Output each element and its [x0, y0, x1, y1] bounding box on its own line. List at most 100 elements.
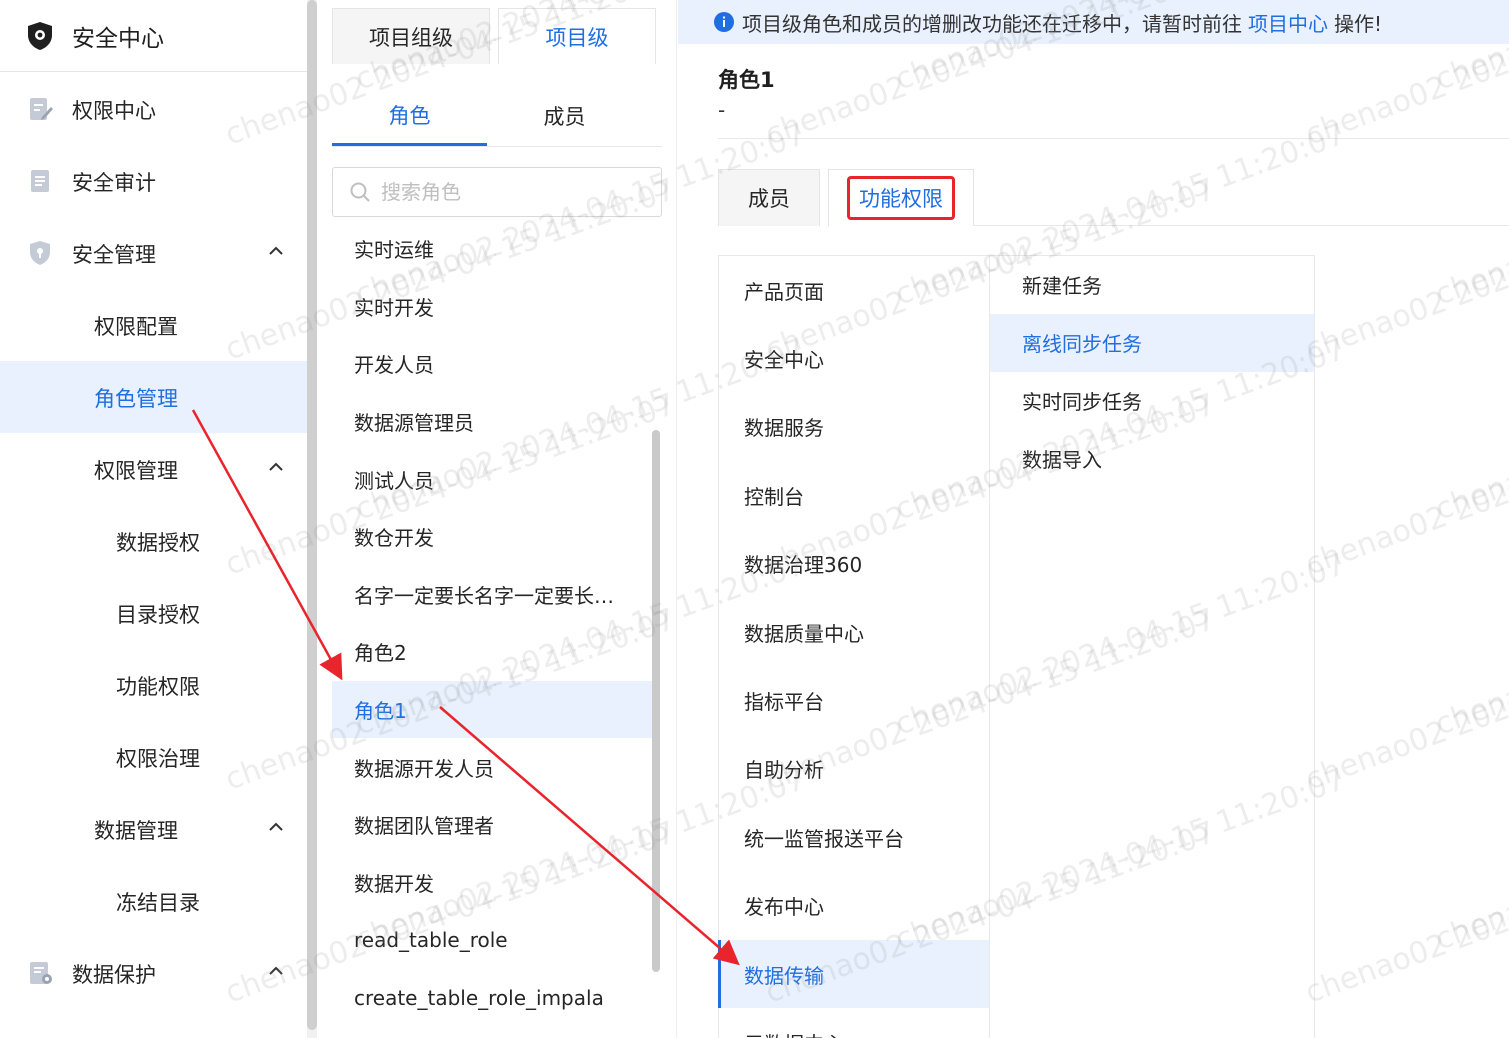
sidebar-scrollbar[interactable]: [307, 0, 317, 1030]
module-item[interactable]: 发布中心: [719, 872, 989, 940]
role-panel: 项目组级 项目级 角色 成员 实时运维 实时开发 开发人员 数据源管理员 测试人…: [317, 0, 677, 1038]
chevron-up-icon[interactable]: [266, 961, 286, 981]
role-list-item[interactable]: 数据源管理员: [332, 393, 652, 451]
role-name: 角色2: [354, 641, 407, 666]
document-icon: [31, 170, 49, 192]
sidebar-header: 安全中心: [0, 0, 307, 72]
tab-divider: [974, 225, 1509, 226]
sidebar-item-label: 权限管理: [94, 459, 178, 483]
role-list-item[interactable]: 实时开发: [332, 278, 652, 336]
sidebar-item-data-authorization[interactable]: 数据授权: [0, 505, 307, 577]
role-name: 角色1: [354, 699, 407, 724]
module-item[interactable]: 数据治理360: [719, 530, 989, 598]
security-shield-logo-icon: [28, 21, 52, 50]
module-item[interactable]: 产品页面: [719, 256, 989, 324]
role-list-item[interactable]: 实时运维: [332, 220, 652, 278]
role-name: create_table_role_impala: [354, 985, 604, 1010]
tab-roles[interactable]: 角色: [332, 86, 487, 146]
project-center-link[interactable]: 项目中心: [1248, 8, 1328, 37]
module-item[interactable]: 元数据中心: [719, 1008, 989, 1038]
sidebar-item-label: 功能权限: [116, 675, 200, 699]
migration-notice: 项目级角色和成员的增删改功能还在迁移中，请暂时前往 项目中心 操作!: [678, 0, 1509, 44]
sidebar-item-permission-center[interactable]: 权限中心: [0, 73, 307, 145]
sidebar-item-label: 权限配置: [94, 315, 178, 339]
role-name: 测试人员: [354, 468, 434, 493]
sidebar-item-label: 安全审计: [72, 171, 156, 195]
module-item[interactable]: 指标平台: [719, 666, 989, 734]
tab-function-permission[interactable]: 功能权限: [828, 169, 974, 226]
tab-members[interactable]: 成员: [718, 169, 820, 226]
function-item[interactable]: 实时同步任务: [990, 372, 1314, 430]
sidebar-item-data-protection[interactable]: 数据保护: [0, 937, 307, 1009]
sidebar-item-security-management[interactable]: 安全管理: [0, 217, 307, 289]
tab-members[interactable]: 成员: [487, 86, 642, 146]
sidebar-item-security-audit[interactable]: 安全审计: [0, 145, 307, 217]
role-detail-panel: 项目级角色和成员的增删改功能还在迁移中，请暂时前往 项目中心 操作! 角色1 -…: [678, 0, 1509, 1038]
module-item[interactable]: 控制台: [719, 461, 989, 529]
role-name: 名字一定要长名字一定要长名字一定要长: [354, 583, 622, 608]
search-icon: [350, 182, 370, 202]
sidebar-item-label: 权限治理: [116, 747, 200, 771]
tab-project-group-level[interactable]: 项目组级: [332, 8, 490, 64]
role-list-item[interactable]: 数据开发: [332, 854, 652, 912]
function-item-selected[interactable]: 离线同步任务: [990, 313, 1314, 372]
sidebar: 安全中心 权限中心 安全审计 安全管理 权限配置 角色管理 权限管理 数据授权 …: [0, 0, 307, 1038]
role-list: 实时运维 实时开发 开发人员 数据源管理员 测试人员 数仓开发 名字一定要长名字…: [332, 220, 652, 1026]
role-list-item[interactable]: 数仓开发: [332, 508, 652, 566]
sidebar-item-label: 冻结目录: [116, 891, 200, 915]
divider: [718, 138, 1509, 139]
chevron-up-icon[interactable]: [266, 241, 286, 261]
sidebar-item-label: 数据管理: [94, 819, 178, 843]
role-list-scrollbar[interactable]: [652, 430, 660, 972]
tab-function-permission-label: 功能权限: [847, 176, 955, 220]
role-name: 数仓开发: [354, 526, 434, 551]
module-item[interactable]: 安全中心: [719, 324, 989, 392]
module-item[interactable]: 统一监管报送平台: [719, 803, 989, 871]
role-list-item[interactable]: 测试人员: [332, 450, 652, 508]
sidebar-item-function-permission[interactable]: 功能权限: [0, 649, 307, 721]
chevron-up-icon[interactable]: [266, 817, 286, 837]
role-list-item[interactable]: read_table_role: [332, 911, 652, 969]
sidebar-item-data-management[interactable]: 数据管理: [0, 793, 307, 865]
module-item[interactable]: 数据质量中心: [719, 598, 989, 666]
function-list: 新建任务 离线同步任务 实时同步任务 数据导入: [990, 255, 1315, 1038]
role-name: 数据源开发人员: [354, 756, 494, 781]
module-item[interactable]: 数据服务: [719, 393, 989, 461]
data-protect-icon: [30, 962, 52, 984]
sidebar-item-label: 数据授权: [116, 531, 200, 555]
sidebar-item-frozen-catalog[interactable]: 冻结目录: [0, 865, 307, 937]
sidebar-item-label: 安全管理: [72, 243, 156, 267]
sidebar-item-label: 权限中心: [72, 99, 156, 123]
role-list-item[interactable]: 角色2: [332, 623, 652, 681]
chevron-up-icon[interactable]: [266, 457, 286, 477]
role-list-item[interactable]: 名字一定要长名字一定要长名字一定要长: [332, 566, 652, 624]
role-list-item-selected[interactable]: 角色1: [332, 680, 652, 739]
role-search-box[interactable]: [332, 167, 662, 217]
role-list-item[interactable]: 数据源开发人员: [332, 738, 652, 796]
role-name: 数据团队管理者: [354, 814, 494, 839]
role-search-input[interactable]: [381, 180, 641, 204]
role-list-item[interactable]: 数据团队管理者: [332, 796, 652, 854]
role-name: read_table_role: [354, 927, 508, 952]
sidebar-item-permission-management[interactable]: 权限管理: [0, 433, 307, 505]
role-name: 开发人员: [354, 353, 434, 378]
role-name: 数据开发: [354, 871, 434, 896]
tab-divider: [332, 146, 662, 147]
role-list-item[interactable]: create_table_role_impala: [332, 969, 652, 1027]
role-list-item[interactable]: 开发人员: [332, 335, 652, 393]
sidebar-item-permission-config[interactable]: 权限配置: [0, 289, 307, 361]
sidebar-item-permission-governance[interactable]: 权限治理: [0, 721, 307, 793]
sidebar-title: 安全中心: [72, 25, 164, 52]
function-item[interactable]: 新建任务: [990, 256, 1314, 314]
edit-doc-icon: [30, 98, 53, 120]
module-item-selected[interactable]: 数据传输: [718, 939, 989, 1009]
sidebar-item-catalog-authorization[interactable]: 目录授权: [0, 577, 307, 649]
role-name: 数据源管理员: [354, 411, 474, 436]
function-item[interactable]: 数据导入: [990, 429, 1314, 487]
module-item[interactable]: 自助分析: [719, 735, 989, 803]
sidebar-item-role-management[interactable]: 角色管理: [0, 361, 307, 433]
sidebar-item-label: 数据保护: [72, 963, 156, 987]
role-name: 实时开发: [354, 295, 434, 320]
tab-project-level[interactable]: 项目级: [498, 8, 656, 64]
module-list: 产品页面 安全中心 数据服务 控制台 数据治理360 数据质量中心 指标平台 自…: [718, 255, 990, 1038]
